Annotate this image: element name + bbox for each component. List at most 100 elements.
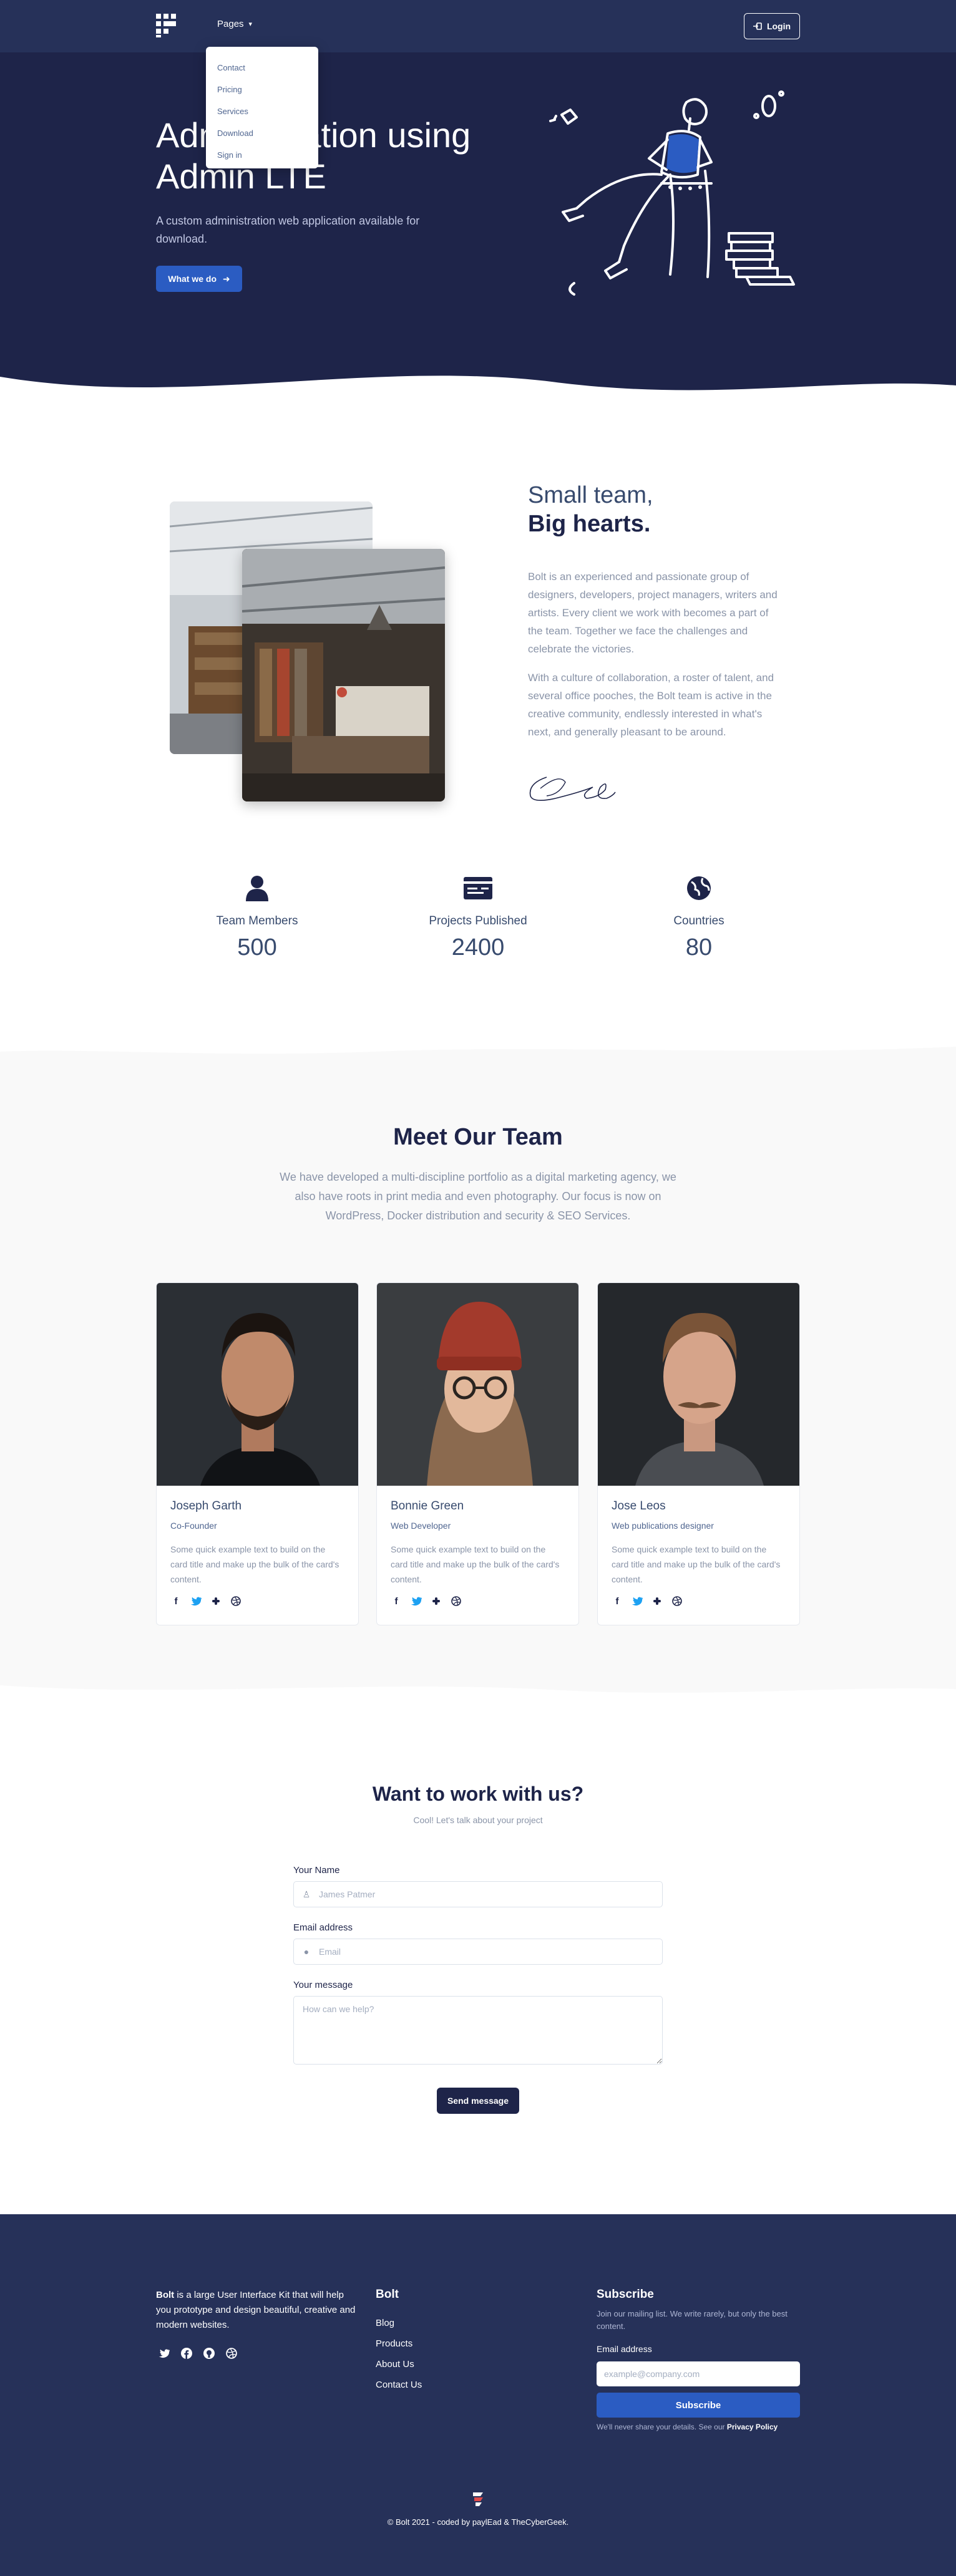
team-description: We have developed a multi-discipline por… xyxy=(280,1171,676,1222)
bolt-logo-icon[interactable] xyxy=(156,14,178,37)
dropdown-item-contact[interactable]: Contact xyxy=(206,57,318,79)
subscribe-button[interactable]: Subscribe xyxy=(597,2393,800,2418)
member-name: Jose Leos xyxy=(612,1499,666,1513)
member-name: Bonnie Green xyxy=(391,1499,464,1513)
subscribe-note-text: We'll never share your details. See our xyxy=(597,2423,727,2431)
bolt-mark-icon xyxy=(473,2492,483,2506)
footer: Bolt is a large User Interface Kit that … xyxy=(0,2214,956,2576)
what-we-do-label: What we do xyxy=(168,274,217,284)
stat-label: Team Members xyxy=(216,914,298,927)
team-card-jose-leos: Jose Leos Web publications designer Some… xyxy=(597,1282,800,1625)
privacy-policy-link[interactable]: Privacy Policy xyxy=(727,2423,778,2431)
message-label: Your message xyxy=(293,1980,353,1990)
member-socials: f xyxy=(612,1595,786,1607)
sign-in-icon xyxy=(753,22,762,30)
name-field: ♙ xyxy=(293,1881,663,1907)
github-icon[interactable] xyxy=(202,2346,216,2360)
email-field: ● xyxy=(293,1939,663,1965)
hero-wave-divider xyxy=(0,375,956,402)
footer-about: Bolt is a large User Interface Kit that … xyxy=(156,2288,356,2333)
dribbble-icon[interactable] xyxy=(230,1595,241,1607)
team-title: Meet Our Team xyxy=(393,1124,563,1150)
name-label: Your Name xyxy=(293,1865,340,1876)
dribbble-icon[interactable] xyxy=(225,2346,238,2360)
stat-team-members: Team Members 500 xyxy=(163,873,351,961)
subscribe-text: Join our mailing list. We write rarely, … xyxy=(597,2309,788,2331)
facebook-icon[interactable]: f xyxy=(612,1595,623,1607)
signature-image xyxy=(529,777,616,801)
pages-dropdown-menu: Contact Pricing Services Download Sign i… xyxy=(206,47,318,168)
woman-reading-illustration xyxy=(549,90,795,296)
office-photo-front xyxy=(242,549,445,801)
pages-menu-label: Pages xyxy=(217,19,244,29)
message-textarea[interactable] xyxy=(293,1996,663,2065)
navbar: Pages ▾ Login xyxy=(0,0,956,52)
dribbble-icon[interactable] xyxy=(671,1595,683,1607)
stat-projects-published: Projects Published 2400 xyxy=(384,873,572,961)
footer-link-products[interactable]: Products xyxy=(376,2333,422,2354)
login-label: Login xyxy=(766,21,791,31)
user-icon: ♙ xyxy=(302,1889,311,1899)
dropdown-item-download[interactable]: Download xyxy=(206,122,318,144)
member-text: Some quick example text to build on the … xyxy=(391,1544,560,1584)
twitter-icon[interactable] xyxy=(411,1595,422,1607)
email-label: Email address xyxy=(293,1922,353,1933)
about-heading-light: Small team, xyxy=(528,482,653,508)
stat-value: 2400 xyxy=(451,934,505,961)
footer-link-about-us[interactable]: About Us xyxy=(376,2354,422,2375)
chevron-down-icon: ▾ xyxy=(248,21,253,28)
team-bottom-wave xyxy=(0,1685,956,1698)
member-text: Some quick example text to build on the … xyxy=(170,1544,339,1584)
email-input[interactable] xyxy=(319,1947,656,1957)
what-we-do-button[interactable]: What we do ➜ xyxy=(156,266,242,292)
subscribe-note: We'll never share your details. See our … xyxy=(597,2423,778,2431)
copyright: © Bolt 2021 - coded by paylEad & TheCybe… xyxy=(387,2517,569,2527)
stat-value: 80 xyxy=(685,934,713,961)
facebook-icon[interactable]: f xyxy=(170,1595,182,1607)
member-text: Some quick example text to build on the … xyxy=(612,1544,781,1584)
facebook-icon[interactable]: f xyxy=(391,1595,402,1607)
member-role: Co-Founder xyxy=(170,1521,217,1531)
twitter-icon[interactable] xyxy=(157,2346,171,2360)
member-name: Joseph Garth xyxy=(170,1499,242,1513)
dropdown-item-services[interactable]: Services xyxy=(206,100,318,122)
about-heading-bold: Big hearts. xyxy=(528,511,651,537)
name-input[interactable] xyxy=(319,1889,656,1899)
subscribe-email-label: Email address xyxy=(597,2344,652,2354)
about-paragraph-1: Bolt is an experienced and passionate gr… xyxy=(528,571,778,655)
member-photo xyxy=(157,1283,358,1486)
id-card-icon xyxy=(384,873,572,903)
footer-link-blog[interactable]: Blog xyxy=(376,2313,422,2333)
pages-menu-toggle[interactable]: Pages ▾ xyxy=(217,19,252,29)
team-card-bonnie-green: Bonnie Green Web Developer Some quick ex… xyxy=(376,1282,579,1625)
footer-brand: Bolt xyxy=(156,2290,175,2300)
login-button[interactable]: Login xyxy=(744,13,800,39)
footer-link-contact-us[interactable]: Contact Us xyxy=(376,2375,422,2395)
facebook-icon[interactable] xyxy=(180,2346,193,2360)
stat-countries: Countries 80 xyxy=(605,873,793,961)
member-photo xyxy=(377,1283,578,1486)
footer-links: Blog Products About Us Contact Us xyxy=(376,2313,422,2395)
contact-subtitle: Cool! Let's talk about your project xyxy=(413,1815,543,1825)
slack-icon[interactable] xyxy=(651,1595,663,1607)
team-card-joseph-garth: Joseph Garth Co-Founder Some quick examp… xyxy=(156,1282,359,1625)
footer-socials xyxy=(157,2346,238,2360)
dropdown-item-pricing[interactable]: Pricing xyxy=(206,79,318,100)
subscribe-heading: Subscribe xyxy=(597,2288,654,2301)
slack-icon[interactable] xyxy=(210,1595,222,1607)
stat-value: 500 xyxy=(237,934,277,961)
footer-links-heading: Bolt xyxy=(376,2288,399,2301)
stat-label: Countries xyxy=(673,914,724,927)
member-role: Web Developer xyxy=(391,1521,451,1531)
contact-title: Want to work with us? xyxy=(372,1783,584,1805)
dribbble-icon[interactable] xyxy=(451,1595,462,1607)
slack-icon[interactable] xyxy=(431,1595,442,1607)
hero-section: Administration using Admin LTE A custom … xyxy=(0,52,956,402)
send-message-button[interactable]: Send message xyxy=(437,2088,519,2114)
twitter-icon[interactable] xyxy=(632,1595,643,1607)
subscribe-email-input[interactable] xyxy=(597,2361,800,2386)
footer-about-text: is a large User Interface Kit that will … xyxy=(156,2290,356,2330)
member-socials: f xyxy=(170,1595,344,1607)
dropdown-item-sign-in[interactable]: Sign in xyxy=(206,144,318,166)
twitter-icon[interactable] xyxy=(190,1595,202,1607)
